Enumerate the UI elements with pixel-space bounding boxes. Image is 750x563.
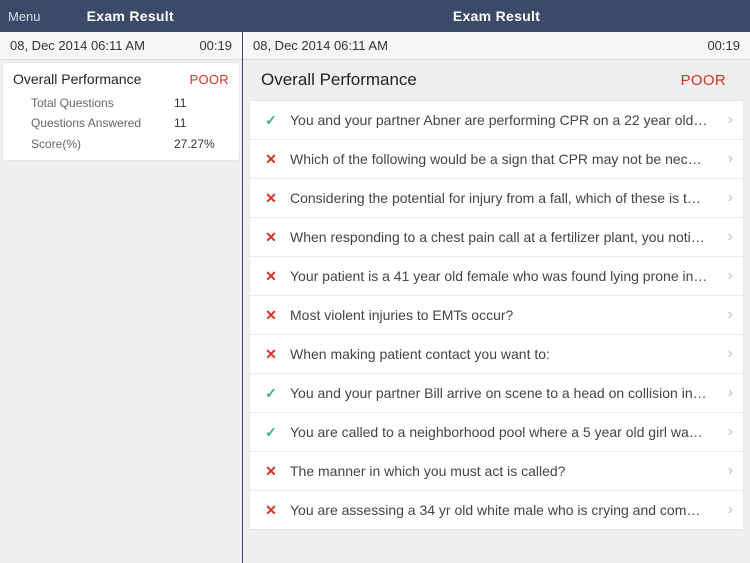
chevron-right-icon: › <box>728 345 733 363</box>
stat-row: Score(%)27.27% <box>31 134 229 154</box>
question-row[interactable]: ✓ You are called to a neighborhood pool w… <box>250 413 743 452</box>
question-row[interactable]: ✕ Considering the potential for injury fr… <box>250 179 743 218</box>
left-header-title: Exam Result <box>27 8 234 24</box>
question-row[interactable]: ✕ When responding to a chest pain call at… <box>250 218 743 257</box>
stat-value: 11 <box>174 113 229 133</box>
cross-icon: ✕ <box>262 190 280 207</box>
question-row[interactable]: ✕ When making patient contact you want to… <box>250 335 743 374</box>
stat-label: Questions Answered <box>31 113 174 133</box>
question-row[interactable]: ✕ Which of the following would be a sign … <box>250 140 743 179</box>
question-row[interactable]: ✕ The manner in which you must act is cal… <box>250 452 743 491</box>
chevron-right-icon: › <box>728 228 733 246</box>
chevron-right-icon: › <box>728 423 733 441</box>
question-row[interactable]: ✕ You are assessing a 34 yr old white mal… <box>250 491 743 529</box>
chevron-right-icon: › <box>728 267 733 285</box>
check-icon: ✓ <box>262 424 280 441</box>
question-text: When responding to a chest pain call at … <box>290 229 728 245</box>
chevron-right-icon: › <box>728 501 733 519</box>
cross-icon: ✕ <box>262 346 280 363</box>
right-body: Overall Performance POOR ✓ You and your p… <box>243 60 750 563</box>
cross-icon: ✕ <box>262 151 280 168</box>
question-text: You and your partner Bill arrive on scen… <box>290 385 728 401</box>
chevron-right-icon: › <box>728 384 733 402</box>
chevron-right-icon: › <box>728 189 733 207</box>
stat-row: Questions Answered11 <box>31 113 229 133</box>
left-header: Menu Exam Result <box>0 0 242 32</box>
left-subbar: 08, Dec 2014 06:11 AM 00:19 <box>0 32 242 60</box>
question-row[interactable]: ✓ You and your partner Abner are performi… <box>250 101 743 140</box>
question-text: Your patient is a 41 year old female who… <box>290 268 728 284</box>
question-row[interactable]: ✕ Your patient is a 41 year old female wh… <box>250 257 743 296</box>
chevron-right-icon: › <box>728 306 733 324</box>
left-timer: 00:19 <box>199 38 232 53</box>
chevron-right-icon: › <box>728 462 733 480</box>
right-subbar: 08, Dec 2014 06:11 AM 00:19 <box>243 32 750 60</box>
left-perf-status: POOR <box>190 72 229 87</box>
right-perf-header: Overall Performance POOR <box>245 60 748 100</box>
cross-icon: ✕ <box>262 307 280 324</box>
question-text: You are called to a neighborhood pool wh… <box>290 424 728 440</box>
right-panel: Exam Result 08, Dec 2014 06:11 AM 00:19 … <box>243 0 750 563</box>
check-icon: ✓ <box>262 385 280 402</box>
check-icon: ✓ <box>262 112 280 129</box>
question-text: The manner in which you must act is call… <box>290 463 728 479</box>
right-timer: 00:19 <box>707 38 740 53</box>
stat-label: Total Questions <box>31 93 174 113</box>
question-text: You and your partner Abner are performin… <box>290 112 728 128</box>
question-row[interactable]: ✓ You and your partner Bill arrive on sce… <box>250 374 743 413</box>
cross-icon: ✕ <box>262 502 280 519</box>
question-text: When making patient contact you want to: <box>290 346 728 362</box>
question-text: Considering the potential for injury fro… <box>290 190 728 206</box>
left-panel: Menu Exam Result 08, Dec 2014 06:11 AM 0… <box>0 0 243 563</box>
chevron-right-icon: › <box>728 111 733 129</box>
cross-icon: ✕ <box>262 268 280 285</box>
stat-label: Score(%) <box>31 134 174 154</box>
right-header-title: Exam Result <box>453 8 540 24</box>
cross-icon: ✕ <box>262 229 280 246</box>
right-date: 08, Dec 2014 06:11 AM <box>253 38 388 53</box>
stat-value: 27.27% <box>174 134 229 154</box>
question-row[interactable]: ✕ Most violent injuries to EMTs occur?› <box>250 296 743 335</box>
cross-icon: ✕ <box>262 463 280 480</box>
right-header: Exam Result <box>243 0 750 32</box>
question-text: You are assessing a 34 yr old white male… <box>290 502 728 518</box>
stat-row: Total Questions11 <box>31 93 229 113</box>
stats-list: Total Questions11Questions Answered11Sco… <box>13 93 229 154</box>
question-text: Which of the following would be a sign t… <box>290 151 728 167</box>
stat-value: 11 <box>174 93 229 113</box>
right-perf-status: POOR <box>681 72 726 89</box>
left-perf-header: Overall Performance POOR <box>13 71 229 87</box>
left-performance-card: Overall Performance POOR Total Questions… <box>2 62 240 161</box>
right-perf-title: Overall Performance <box>261 70 417 90</box>
question-text: Most violent injuries to EMTs occur? <box>290 307 728 323</box>
question-list: ✓ You and your partner Abner are performi… <box>249 100 744 530</box>
left-date: 08, Dec 2014 06:11 AM <box>10 38 145 53</box>
left-perf-title: Overall Performance <box>13 71 141 87</box>
chevron-right-icon: › <box>728 150 733 168</box>
